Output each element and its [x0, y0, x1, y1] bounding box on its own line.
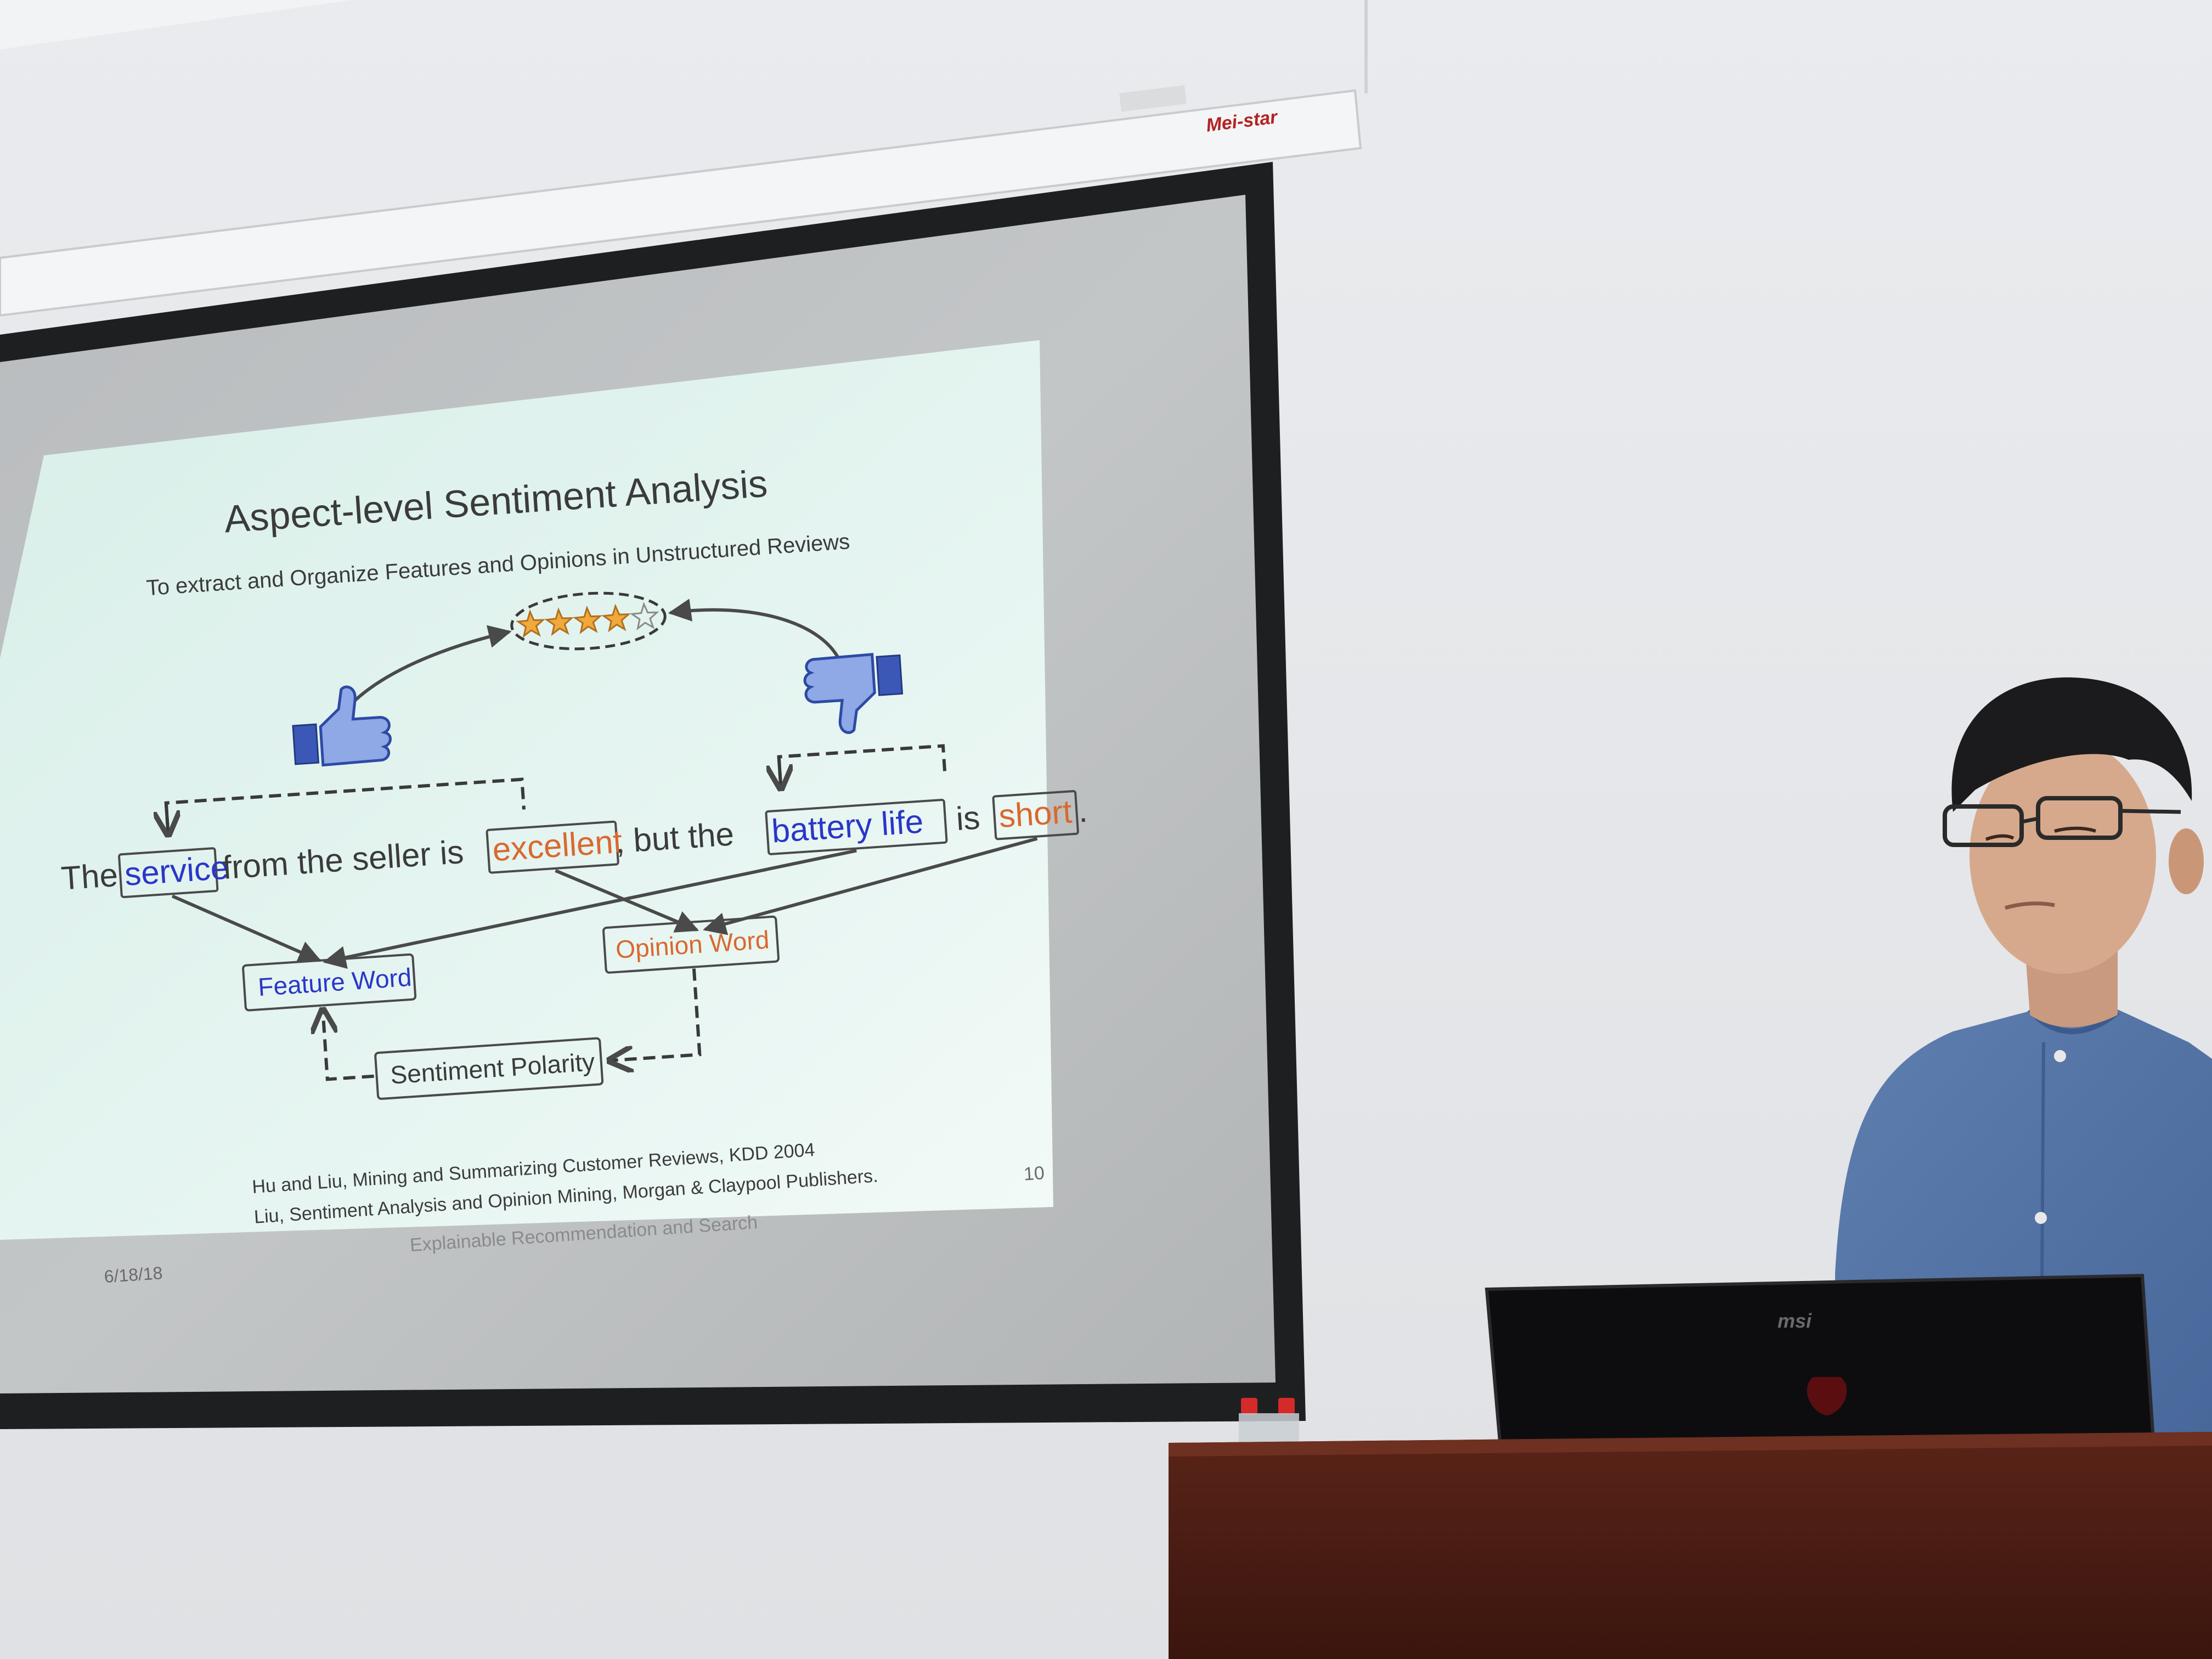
shirt-button: [2035, 1212, 2047, 1224]
projected-slide: [0, 340, 1053, 1240]
slide-page-number: 10: [1023, 1163, 1045, 1184]
laptop-lid: [1485, 1273, 2155, 1451]
screen-bracket: [1119, 85, 1187, 112]
laptop: msi: [1485, 1273, 2155, 1451]
sentence-is: is: [955, 799, 981, 838]
sentence-but-the: , but the: [614, 815, 735, 860]
shirt-button: [2054, 1050, 2066, 1062]
podium: [1169, 1432, 2212, 1659]
speaker-ear: [2169, 828, 2204, 894]
laptop-brand: msi: [1778, 1310, 1812, 1332]
sentence-the: The: [60, 856, 119, 897]
photo-scene: Mei-star Aspect-level Sentiment Analysis…: [0, 0, 2212, 1659]
sentence-service: service: [123, 849, 230, 892]
slide-date: 6/18/18: [104, 1263, 163, 1286]
ceiling: [0, 0, 351, 49]
sentence-short: short: [997, 793, 1073, 834]
